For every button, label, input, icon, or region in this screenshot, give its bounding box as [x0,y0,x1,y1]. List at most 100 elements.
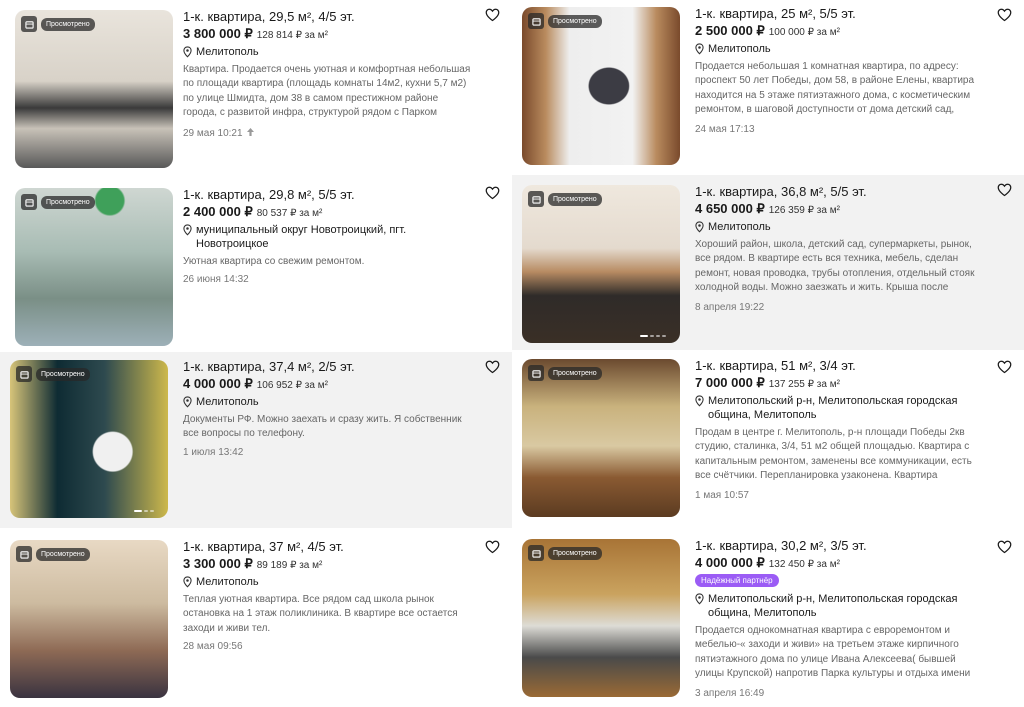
listing-photo[interactable]: Просмотрено [522,539,680,697]
listing-title[interactable]: 1-к. квартира, 29,5 м², 4/5 эт. [183,9,474,24]
listing-card[interactable]: Просмотрено 1-к. квартира, 36,8 м², 5/5 э… [512,175,1024,350]
listing-card[interactable]: Просмотрено 1-к. квартира, 37 м², 4/5 эт.… [0,532,512,707]
location-pin-icon [183,576,192,588]
listing-date: 8 апреля 19:22 [695,302,986,313]
listing-price: 7 000 000 ₽ [695,375,765,390]
viewed-label: Просмотрено [548,192,602,206]
promoted-up-icon [246,127,255,140]
location-text: Мелитополь [196,396,259,408]
listing-price: 4 000 000 ₽ [183,376,253,391]
calendar-icon [528,13,544,29]
calendar-icon [16,546,32,562]
calendar-icon [528,545,544,561]
date-text: 1 мая 10:57 [695,489,749,501]
date-text: 28 мая 09:56 [183,641,243,653]
price-per-m2: 128 814 ₽ за м² [256,30,328,41]
price-per-m2: 132 450 ₽ за м² [768,559,840,570]
favorite-heart-icon[interactable] [485,360,500,374]
listing-photo[interactable]: Просмотрено [10,360,168,518]
favorite-heart-icon[interactable] [997,360,1012,374]
listing-location: Мелитополь [183,395,474,409]
listing-info: 1-к. квартира, 36,8 м², 5/5 эт. 4 650 000… [695,184,986,313]
price-row: 3 300 000 ₽89 189 ₽ за м² [183,556,474,571]
listing-title[interactable]: 1-к. квартира, 37,4 м², 2/5 эт. [183,359,474,374]
listing-date: 1 мая 10:57 [695,490,986,501]
listing-description: Продается однокомнатная квартира с еврор… [695,625,971,680]
viewed-label: Просмотрено [36,367,90,381]
listing-price: 3 300 000 ₽ [183,556,253,571]
listing-photo[interactable]: Просмотрено [15,188,173,346]
location-text: Мелитополь [196,576,259,588]
listing-card[interactable]: Просмотрено 1-к. квартира, 29,8 м², 5/5 э… [0,178,512,353]
listing-info: 1-к. квартира, 51 м², 3/4 эт. 7 000 000 ₽… [695,358,986,501]
listing-description: Продам в центре г. Мелитополь, р-н площа… [695,427,972,482]
price-row: 4 650 000 ₽126 359 ₽ за м² [695,201,986,216]
price-per-m2: 100 000 ₽ за м² [768,27,840,38]
listing-photo[interactable]: Просмотрено [522,359,680,517]
listing-photo[interactable]: Просмотрено [522,7,680,165]
favorite-heart-icon[interactable] [997,540,1012,554]
listing-title[interactable]: 1-к. квартира, 36,8 м², 5/5 эт. [695,184,986,199]
listing-date: 24 мая 17:13 [695,124,986,135]
favorite-heart-icon[interactable] [485,8,500,22]
listing-price: 3 800 000 ₽ [183,26,253,41]
listing-title[interactable]: 1-к. квартира, 25 м², 5/5 эт. [695,6,986,21]
price-per-m2: 126 359 ₽ за м² [768,205,840,216]
date-text: 26 июня 14:32 [183,274,249,286]
listing-title[interactable]: 1-к. квартира, 37 м², 4/5 эт. [183,539,474,554]
price-row: 4 000 000 ₽106 952 ₽ за м² [183,376,474,391]
listing-title[interactable]: 1-к. квартира, 51 м², 3/4 эт. [695,358,986,373]
location-text: Мелитополь [708,221,771,233]
location-pin-icon [183,224,192,236]
listing-description: Продается небольшая 1 комнатная квартира… [695,61,975,116]
location-text: муниципальный округ Новотроицкий, пгт. Н… [196,224,407,250]
listing-date: 1 июля 13:42 [183,447,474,458]
favorite-heart-icon[interactable] [485,186,500,200]
listing-location: Мелитополь [183,575,474,589]
viewed-badge: Просмотрено [21,16,95,32]
viewed-badge: Просмотрено [528,191,602,207]
price-row: 4 000 000 ₽132 450 ₽ за м² [695,555,986,570]
calendar-icon [528,365,544,381]
listing-title[interactable]: 1-к. квартира, 30,2 м², 3/5 эт. [695,538,986,553]
date-text: 8 апреля 19:22 [695,301,765,313]
listing-location: муниципальный округ Новотроицкий, пгт. Н… [183,223,474,251]
photo-pager-dots [134,510,154,512]
listing-photo[interactable]: Просмотрено [522,185,680,343]
listing-info: 1-к. квартира, 29,8 м², 5/5 эт. 2 400 000… [183,187,474,285]
listing-photo[interactable]: Просмотрено [15,10,173,168]
viewed-badge: Просмотрено [528,365,602,381]
listing-info: 1-к. квартира, 29,5 м², 4/5 эт. 3 800 000… [183,9,474,140]
listing-photo[interactable]: Просмотрено [10,540,168,698]
location-text: Мелитопольский р-н, Мелитопольская город… [708,395,958,421]
viewed-badge: Просмотрено [21,194,95,210]
price-per-m2: 89 189 ₽ за м² [256,560,323,571]
date-text: 24 мая 17:13 [695,123,755,135]
listing-price: 4 000 000 ₽ [695,555,765,570]
favorite-heart-icon[interactable] [997,183,1012,197]
listing-price: 4 650 000 ₽ [695,201,765,216]
location-pin-icon [183,396,192,408]
listing-date: 26 июня 14:32 [183,274,474,285]
listing-info: 1-к. квартира, 37 м², 4/5 эт. 3 300 000 ₽… [183,539,474,652]
listing-info: 1-к. квартира, 30,2 м², 3/5 эт. 4 000 000… [695,538,986,699]
favorite-heart-icon[interactable] [485,540,500,554]
listing-card[interactable]: Просмотрено 1-к. квартира, 25 м², 5/5 эт.… [512,0,1024,175]
listing-title[interactable]: 1-к. квартира, 29,8 м², 5/5 эт. [183,187,474,202]
viewed-label: Просмотрено [548,14,602,28]
listing-location: Мелитопольский р-н, Мелитопольская город… [695,592,986,620]
viewed-badge: Просмотрено [16,366,90,382]
listing-card[interactable]: Просмотрено 1-к. квартира, 30,2 м², 3/5 э… [512,532,1024,707]
listing-location: Мелитополь [695,42,986,56]
listing-price: 2 500 000 ₽ [695,23,765,38]
listing-card[interactable]: Просмотрено 1-к. квартира, 29,5 м², 4/5 э… [0,0,512,175]
price-row: 3 800 000 ₽128 814 ₽ за м² [183,26,474,41]
listing-description: Документы РФ. Можно заехать и сразу жить… [183,414,462,440]
listing-card[interactable]: Просмотрено 1-к. квартира, 51 м², 3/4 эт.… [512,352,1024,528]
listing-card[interactable]: Просмотрено 1-к. квартира, 37,4 м², 2/5 э… [0,352,512,528]
listing-date: 28 мая 09:56 [183,641,474,652]
location-text: Мелитопольский р-н, Мелитопольская город… [708,593,958,619]
price-row: 7 000 000 ₽137 255 ₽ за м² [695,375,986,390]
favorite-heart-icon[interactable] [997,8,1012,22]
location-pin-icon [183,46,192,58]
